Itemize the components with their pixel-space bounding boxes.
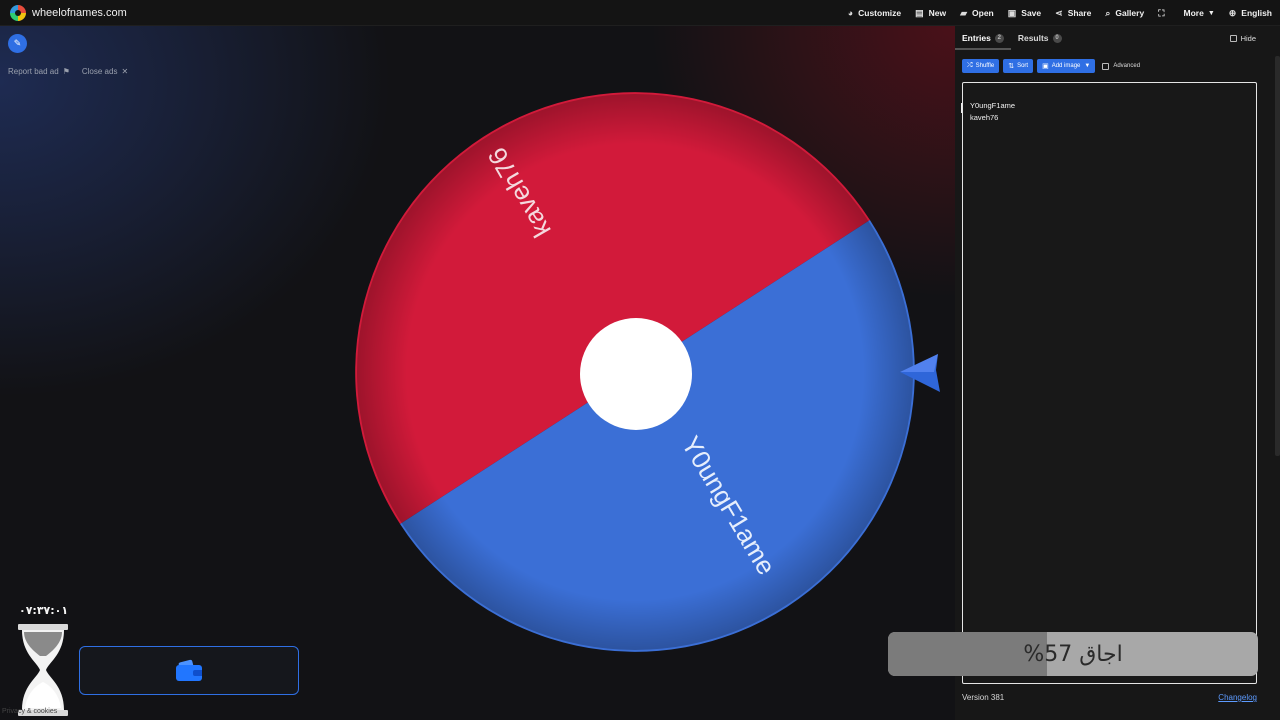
advanced-checkbox[interactable] <box>1102 62 1110 70</box>
hide-toggle[interactable]: Hide <box>1229 26 1256 50</box>
progress-label: اجاق 57% <box>1023 641 1123 667</box>
close-icon: ✕ <box>121 67 129 76</box>
entries-panel: Entries 2 Results 0 Hide ⤮ Shuffle ⇅ Sor… <box>955 26 1280 720</box>
share-button[interactable]: ⋖ Share <box>1055 8 1091 19</box>
save-button[interactable]: ▣ Save <box>1008 8 1041 19</box>
folder-icon: ▰ <box>960 7 968 18</box>
top-nav: ◕ Customize ▤ New ▰ Open ▣ Save ⋖ Share … <box>834 0 1272 26</box>
panel-scrollbar[interactable] <box>1275 56 1280 456</box>
add-image-label: Add image <box>1051 63 1081 69</box>
pointer-highlight <box>900 354 938 372</box>
wallet-button[interactable] <box>79 646 299 695</box>
image-icon: ▣ <box>1042 63 1049 70</box>
report-bad-ad-label: Report bad ad <box>8 67 59 76</box>
tab-results[interactable]: Results 0 <box>1011 26 1069 50</box>
shuffle-label: Shuffle <box>975 63 995 69</box>
fullscreen-icon: ⛶ <box>1158 7 1165 18</box>
tab-results-label: Results <box>1017 33 1049 43</box>
search-icon: ⌕ <box>1105 7 1111 18</box>
entry-line: Y0ungF1ame <box>970 101 1016 110</box>
entries-toolbar: ⤮ Shuffle ⇅ Sort ▣ Add image ▼ Advanced <box>962 59 1140 73</box>
wheel-logo-icon <box>10 4 26 21</box>
gallery-label: Gallery <box>1115 8 1145 18</box>
add-image-button[interactable]: ▣ Add image ▼ <box>1037 59 1096 73</box>
edit-button[interactable]: ✎ <box>8 34 27 53</box>
privacy-link[interactable]: Privacy & cookies <box>2 708 57 715</box>
flag-icon: ⚑ <box>62 67 70 76</box>
new-button[interactable]: ▤ New <box>915 8 946 19</box>
pencil-icon: ✎ <box>13 38 22 48</box>
customize-button[interactable]: ◕ Customize <box>848 8 901 18</box>
advanced-label: Advanced <box>1113 63 1141 69</box>
timer-readout: ۰۷:۳۷:۰۱ <box>19 604 69 617</box>
fullscreen-button[interactable]: ⛶ <box>1158 8 1169 19</box>
wheel-center[interactable] <box>580 318 692 430</box>
share-label: Share <box>1067 8 1092 18</box>
hide-label: Hide <box>1240 33 1256 43</box>
close-ads-label: Close ads <box>81 67 118 76</box>
language-label: English <box>1241 8 1272 18</box>
new-label: New <box>928 8 947 18</box>
share-icon: ⋖ <box>1055 7 1063 18</box>
sort-button[interactable]: ⇅ Sort <box>1003 59 1034 73</box>
entries-count-badge: 2 <box>994 33 1004 43</box>
report-bad-ad-link[interactable]: Report bad ad ⚑ <box>8 67 70 76</box>
save-icon: ▣ <box>1007 7 1017 18</box>
gallery-button[interactable]: ⌕ Gallery <box>1105 8 1144 19</box>
chevron-down-icon: ▼ <box>1207 9 1215 17</box>
language-button[interactable]: ⊕ English <box>1229 8 1272 19</box>
text-cursor <box>961 103 962 113</box>
results-count-badge: 0 <box>1052 33 1062 43</box>
globe-icon: ⊕ <box>1228 7 1237 18</box>
new-file-icon: ▤ <box>915 7 924 18</box>
tab-entries[interactable]: Entries 2 <box>955 26 1011 50</box>
more-label: More <box>1183 8 1204 18</box>
wheel-svg[interactable]: kaveh76 Y0ungF1ame <box>355 92 915 652</box>
sort-label: Sort <box>1017 63 1029 69</box>
sort-icon: ⇅ <box>1008 63 1015 70</box>
more-menu[interactable]: More ▼ <box>1184 8 1215 18</box>
wheel-pointer <box>900 354 940 392</box>
top-bar: wheelofnames.com ◕ Customize ▤ New ▰ Ope… <box>0 0 1280 26</box>
chevron-down-icon: ▼ <box>1084 63 1091 69</box>
hide-checkbox[interactable] <box>1229 34 1237 42</box>
hourglass-icon <box>18 624 68 716</box>
wheel[interactable]: kaveh76 Y0ungF1ame <box>355 92 915 652</box>
wallet-icon <box>176 658 202 681</box>
brand[interactable]: wheelofnames.com <box>10 4 127 21</box>
site-title: wheelofnames.com <box>32 6 127 19</box>
save-label: Save <box>1021 8 1042 18</box>
close-ads-link[interactable]: Close ads ✕ <box>82 67 128 76</box>
ad-links: Report bad ad ⚑ Close ads ✕ <box>8 67 140 76</box>
shuffle-button[interactable]: ⤮ Shuffle <box>962 59 1000 73</box>
open-button[interactable]: ▰ Open <box>960 8 994 19</box>
open-label: Open <box>972 8 994 18</box>
changelog-link[interactable]: Changelog <box>1218 693 1257 702</box>
entries-textarea[interactable]: Y0ungF1ame kaveh76 <box>962 82 1257 684</box>
customize-label: Customize <box>858 8 902 18</box>
shuffle-icon: ⤮ <box>967 62 973 69</box>
advanced-toggle[interactable]: Advanced <box>1102 62 1141 70</box>
entry-line: kaveh76 <box>970 113 999 122</box>
palette-icon: ◕ <box>847 8 854 18</box>
progress-overlay: اجاق 57% <box>888 632 1258 676</box>
tab-entries-label: Entries <box>962 33 991 43</box>
version-label: Version 381 <box>962 693 1005 702</box>
